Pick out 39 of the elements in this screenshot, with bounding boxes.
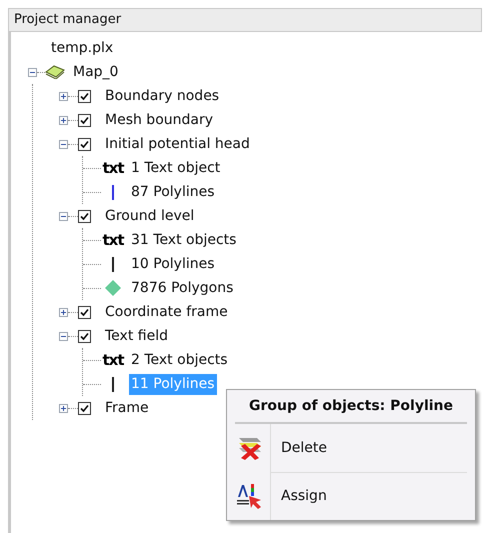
tree-item[interactable]: Mesh boundary — [105, 110, 214, 130]
checkbox[interactable] — [78, 210, 91, 222]
tree-item[interactable]: Ground level — [105, 206, 194, 226]
tree-item[interactable]: Frame — [105, 398, 149, 418]
tree-item[interactable]: temp.plx — [51, 38, 114, 58]
tree-item[interactable]: 1 Text object — [129, 158, 222, 178]
panel-title: Project manager — [8, 8, 482, 32]
tree-item[interactable]: 2 Text objects — [129, 350, 230, 370]
expand-toggle[interactable] — [59, 308, 68, 316]
menu-item[interactable]: Delete — [271, 424, 467, 472]
tree-item[interactable]: 87 Polylines — [129, 182, 217, 202]
collapse-toggle[interactable] — [59, 140, 68, 148]
menu-item[interactable]: Assign — [271, 472, 467, 520]
expand-toggle[interactable] — [59, 116, 68, 124]
tree-item[interactable]: 31 Text objects — [129, 230, 238, 250]
tree-item[interactable]: Coordinate frame — [105, 302, 228, 322]
text-object-icon: txt — [102, 160, 124, 176]
text-object-icon: txt — [102, 352, 124, 368]
checkbox[interactable] — [78, 90, 91, 102]
map-layer-icon — [45, 65, 65, 79]
tree-item[interactable]: 7876 Polygons — [129, 278, 236, 298]
tree-item[interactable]: Boundary nodes — [105, 86, 220, 106]
expand-toggle[interactable] — [59, 404, 68, 412]
checkbox[interactable] — [78, 306, 91, 318]
tree-item[interactable]: 10 Polylines — [129, 254, 217, 274]
text-object-icon: txt — [102, 232, 124, 248]
assign-cursor-icon — [234, 482, 262, 510]
checkbox[interactable] — [78, 330, 91, 342]
menu-title: Group of objects: Polyline — [248, 396, 454, 416]
tree-item[interactable]: Map_0 — [73, 62, 118, 82]
tree-item[interactable]: Initial potential head — [105, 134, 250, 154]
expand-toggle[interactable] — [59, 92, 68, 100]
tree-item[interactable]: Text field — [105, 326, 168, 346]
collapse-toggle[interactable] — [28, 68, 37, 76]
checkbox[interactable] — [78, 114, 91, 126]
checkbox[interactable] — [78, 402, 91, 414]
collapse-toggle[interactable] — [59, 212, 68, 220]
collapse-toggle[interactable] — [59, 332, 68, 340]
checkbox[interactable] — [78, 138, 91, 150]
